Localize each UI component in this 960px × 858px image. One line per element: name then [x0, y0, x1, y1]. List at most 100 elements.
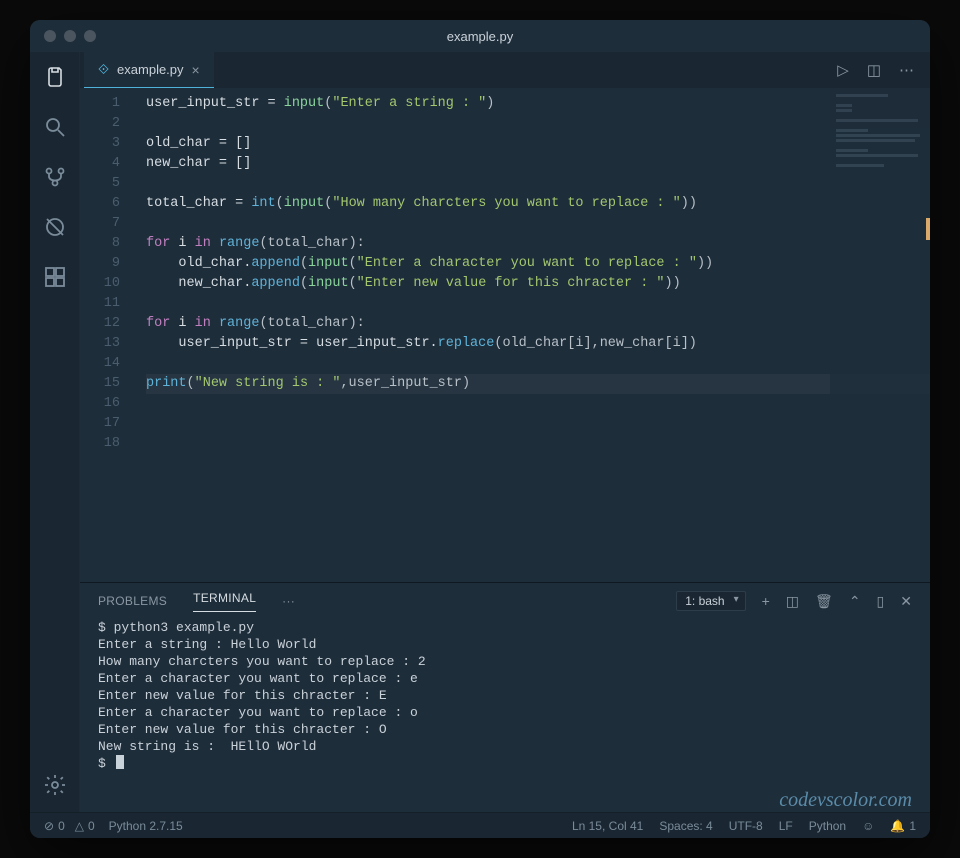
terminal-line: $	[98, 755, 912, 772]
code-line[interactable]: user_input_str = user_input_str.replace(…	[146, 334, 930, 354]
window-title: example.py	[30, 29, 930, 44]
code-line[interactable]: new_char = []	[146, 154, 930, 174]
status-cursor-position[interactable]: Ln 15, Col 41	[572, 819, 643, 833]
status-feedback-icon[interactable]: ☺	[862, 819, 874, 833]
line-number: 9	[80, 254, 120, 274]
python-file-icon: ⟐	[98, 61, 109, 78]
status-indentation[interactable]: Spaces: 4	[659, 819, 712, 833]
more-actions-icon[interactable]: ⋯	[899, 61, 914, 79]
vscode-window: example.py	[30, 20, 930, 838]
traffic-lights	[30, 30, 96, 42]
titlebar: example.py	[30, 20, 930, 52]
maximize-panel-icon[interactable]: ▯	[877, 593, 885, 610]
line-number: 17	[80, 414, 120, 434]
code-line[interactable]: new_char.append(input("Enter new value f…	[146, 274, 930, 294]
minimap-viewport-indicator	[926, 218, 930, 240]
line-number: 7	[80, 214, 120, 234]
split-terminal-icon[interactable]: ◫	[786, 593, 799, 610]
body-area: ⟐ example.py × ▷ ◫ ⋯ 1234567891011121314…	[30, 52, 930, 812]
line-number: 11	[80, 294, 120, 314]
kill-terminal-icon[interactable]: 🗑	[815, 593, 833, 610]
bell-icon: 🔔	[890, 819, 905, 833]
line-number: 15	[80, 374, 120, 394]
terminal-line: Enter a character you want to replace : …	[98, 704, 912, 721]
code-line[interactable]	[146, 414, 930, 434]
main-column: ⟐ example.py × ▷ ◫ ⋯ 1234567891011121314…	[80, 52, 930, 812]
minimize-window-button[interactable]	[64, 30, 76, 42]
close-window-button[interactable]	[44, 30, 56, 42]
line-number: 12	[80, 314, 120, 334]
close-panel-icon[interactable]: ✕	[900, 593, 912, 610]
code-line[interactable]: old_char.append(input("Enter a character…	[146, 254, 930, 274]
settings-gear-icon[interactable]	[42, 772, 68, 798]
panel-actions: 1: bash + ◫ 🗑 ⌃ ▯ ✕	[676, 591, 912, 611]
tab-problems[interactable]: PROBLEMS	[98, 594, 167, 608]
line-number: 13	[80, 334, 120, 354]
code-line[interactable]: print("New string is : ",user_input_str)	[146, 374, 930, 394]
tab-terminal[interactable]: TERMINAL	[193, 591, 256, 612]
new-terminal-icon[interactable]: +	[762, 593, 770, 609]
tab-more[interactable]: ···	[282, 594, 295, 608]
minimap[interactable]	[830, 88, 930, 582]
code-area[interactable]: user_input_str = input("Enter a string :…	[136, 88, 930, 582]
terminal-line: Enter new value for this chracter : O	[98, 721, 912, 738]
terminal-selector[interactable]: 1: bash	[676, 591, 745, 611]
source-control-icon[interactable]	[42, 164, 68, 190]
tab-close-icon[interactable]: ×	[192, 62, 200, 78]
split-editor-icon[interactable]: ◫	[867, 61, 881, 79]
run-icon[interactable]: ▷	[837, 61, 849, 79]
line-number: 2	[80, 114, 120, 134]
line-number: 1	[80, 94, 120, 114]
search-icon[interactable]	[42, 114, 68, 140]
line-number: 3	[80, 134, 120, 154]
error-icon: ⊘	[44, 819, 54, 833]
code-line[interactable]: total_char = int(input("How many charcte…	[146, 194, 930, 214]
tab-example-py[interactable]: ⟐ example.py ×	[84, 52, 214, 88]
warning-icon: △	[75, 819, 84, 833]
line-number: 6	[80, 194, 120, 214]
status-python-version[interactable]: Python 2.7.15	[109, 819, 183, 833]
terminal-output[interactable]: $ python3 example.pyEnter a string : Hel…	[80, 619, 930, 815]
terminal-line: Enter new value for this chracter : E	[98, 687, 912, 704]
status-language[interactable]: Python	[809, 819, 846, 833]
status-bar: ⊘ 0 △ 0 Python 2.7.15 Ln 15, Col 41 Spac…	[30, 812, 930, 838]
terminal-line: Enter a string : Hello World	[98, 636, 912, 653]
terminal-line: How many charcters you want to replace :…	[98, 653, 912, 670]
line-number-gutter: 123456789101112131415161718	[80, 88, 136, 582]
line-number: 18	[80, 434, 120, 454]
line-number: 8	[80, 234, 120, 254]
code-line[interactable]	[146, 294, 930, 314]
code-line[interactable]	[146, 394, 930, 414]
maximize-window-button[interactable]	[84, 30, 96, 42]
code-line[interactable]: user_input_str = input("Enter a string :…	[146, 94, 930, 114]
status-notifications[interactable]: 🔔 1	[890, 819, 916, 833]
terminal-line: Enter a character you want to replace : …	[98, 670, 912, 687]
chevron-up-icon[interactable]: ⌃	[849, 593, 861, 610]
line-number: 5	[80, 174, 120, 194]
code-line[interactable]	[146, 214, 930, 234]
activity-bar	[30, 52, 80, 812]
code-line[interactable]: for i in range(total_char):	[146, 314, 930, 334]
terminal-line: $ python3 example.py	[98, 619, 912, 636]
line-number: 14	[80, 354, 120, 374]
status-errors[interactable]: ⊘ 0 △ 0	[44, 819, 95, 833]
code-line[interactable]: old_char = []	[146, 134, 930, 154]
code-line[interactable]	[146, 114, 930, 134]
panel-tabs: PROBLEMS TERMINAL ··· 1: bash + ◫ 🗑 ⌃ ▯ …	[80, 583, 930, 619]
line-number: 4	[80, 154, 120, 174]
explorer-icon[interactable]	[42, 64, 68, 90]
tab-label: example.py	[117, 62, 183, 77]
code-editor[interactable]: 123456789101112131415161718 user_input_s…	[80, 88, 930, 582]
status-eol[interactable]: LF	[779, 819, 793, 833]
debug-icon[interactable]	[42, 214, 68, 240]
code-line[interactable]: for i in range(total_char):	[146, 234, 930, 254]
code-line[interactable]	[146, 434, 930, 454]
terminal-line: New string is : HEllO WOrld	[98, 738, 912, 755]
code-line[interactable]	[146, 354, 930, 374]
extensions-icon[interactable]	[42, 264, 68, 290]
editor-actions: ▷ ◫ ⋯	[837, 61, 930, 79]
line-number: 10	[80, 274, 120, 294]
status-encoding[interactable]: UTF-8	[729, 819, 763, 833]
editor-tabs-row: ⟐ example.py × ▷ ◫ ⋯	[80, 52, 930, 88]
code-line[interactable]	[146, 174, 930, 194]
